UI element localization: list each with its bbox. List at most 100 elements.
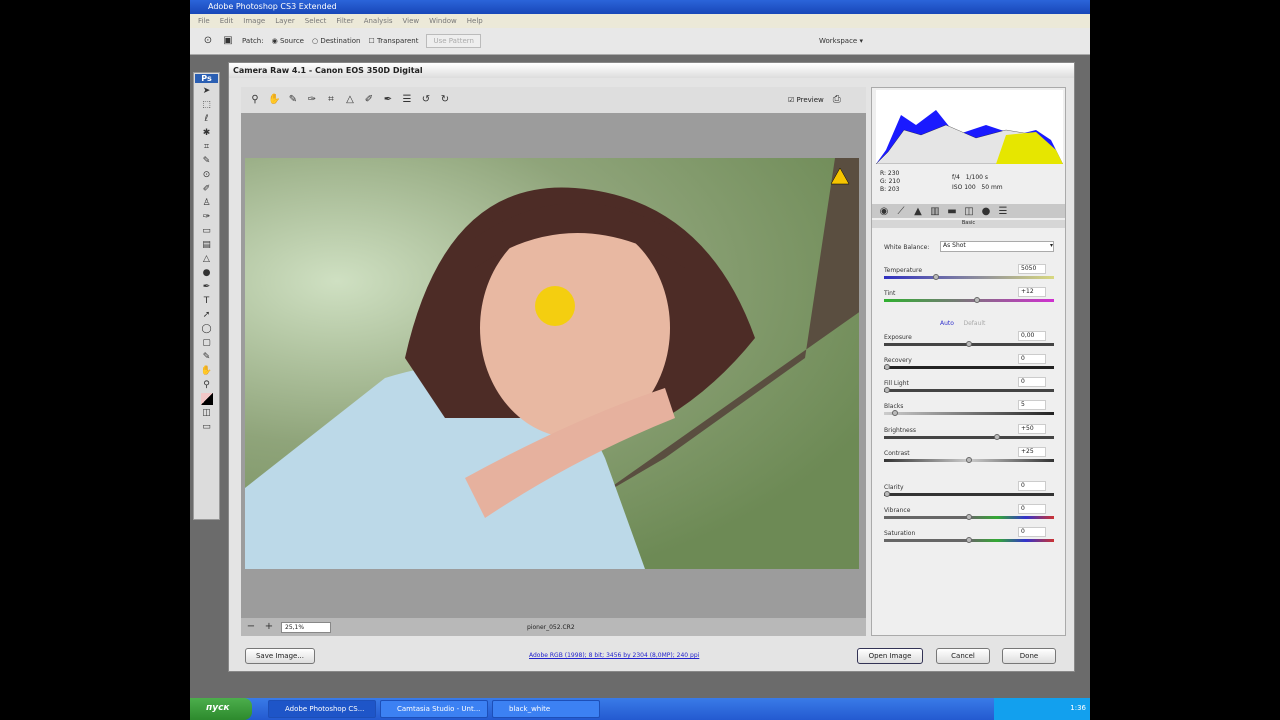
tab-hsl-icon[interactable]: ▥ xyxy=(929,206,941,218)
menu-select[interactable]: Select xyxy=(305,17,327,25)
cancel-button[interactable]: Cancel xyxy=(936,648,990,664)
slider-track[interactable] xyxy=(884,299,1054,302)
rotate-left-icon[interactable]: ↺ xyxy=(420,94,432,106)
source-radio[interactable]: ◉ Source xyxy=(272,37,304,45)
zoom-level-select[interactable]: 25,1% xyxy=(281,621,331,633)
stamp-tool-icon[interactable]: ♙ xyxy=(201,197,213,209)
gradient-tool-icon[interactable]: ▤ xyxy=(201,239,213,251)
history-brush-icon[interactable]: ✑ xyxy=(201,211,213,223)
menu-edit[interactable]: Edit xyxy=(220,17,234,25)
slider-value-input[interactable]: 0 xyxy=(1018,481,1046,491)
tab-detail-icon[interactable]: ▲ xyxy=(912,206,924,218)
slider-thumb[interactable] xyxy=(974,297,981,303)
menu-layer[interactable]: Layer xyxy=(275,17,295,25)
marquee-tool-icon[interactable]: ⬚ xyxy=(201,99,213,111)
shape-tool-icon[interactable]: ◯ xyxy=(201,323,213,335)
slider-track[interactable] xyxy=(884,412,1054,415)
destination-radio[interactable]: ○ Destination xyxy=(312,37,361,45)
white-balance-select[interactable]: As Shot ▾ xyxy=(940,241,1054,252)
slider-track[interactable] xyxy=(884,276,1054,279)
slider-thumb[interactable] xyxy=(884,491,890,497)
tab-tone-curve-icon[interactable]: ⟋ xyxy=(895,206,907,218)
menu-help[interactable]: Help xyxy=(467,17,483,25)
fullscreen-icon[interactable]: ⎙ xyxy=(831,94,843,106)
tab-camera-calibration-icon[interactable]: ● xyxy=(980,206,992,218)
menu-image[interactable]: Image xyxy=(243,17,265,25)
slider-value-input[interactable]: 5050 xyxy=(1018,264,1046,274)
menu-analysis[interactable]: Analysis xyxy=(364,17,393,25)
quick-mask-icon[interactable]: ◫ xyxy=(201,407,213,419)
color-swatches[interactable] xyxy=(200,393,213,405)
straighten-icon[interactable]: △ xyxy=(344,94,356,106)
slider-track[interactable] xyxy=(884,436,1054,439)
workflow-options-link[interactable]: Adobe RGB (1998); 8 bit; 3456 by 2304 (8… xyxy=(529,652,699,659)
magic-wand-icon[interactable]: ✱ xyxy=(201,127,213,139)
red-eye-icon[interactable]: ✒ xyxy=(382,94,394,106)
zoom-tool-icon[interactable]: ⚲ xyxy=(201,379,213,391)
tab-lens-icon[interactable]: ◫ xyxy=(963,206,975,218)
transparent-checkbox[interactable]: ☐ Transparent xyxy=(369,37,419,45)
tab-basic-icon[interactable]: ◉ xyxy=(878,206,890,218)
default-link[interactable]: Default xyxy=(963,320,985,327)
type-tool-icon[interactable]: T xyxy=(201,295,213,307)
zoom-out-icon[interactable]: − xyxy=(245,621,257,633)
eyedropper-icon[interactable]: ✎ xyxy=(201,155,213,167)
workspace-button[interactable]: Workspace ▾ xyxy=(819,37,863,45)
white-balance-icon[interactable]: ✎ xyxy=(287,94,299,106)
healing-tool-icon[interactable]: ⊙ xyxy=(201,169,213,181)
slider-thumb[interactable] xyxy=(884,364,890,370)
slider-thumb[interactable] xyxy=(966,514,972,520)
brush-tool-icon[interactable]: ✐ xyxy=(201,183,213,195)
zoom-icon[interactable]: ⚲ xyxy=(249,94,261,106)
slider-thumb[interactable] xyxy=(966,537,972,543)
open-image-button[interactable]: Open Image xyxy=(857,648,923,664)
slider-thumb[interactable] xyxy=(993,434,1000,440)
path-select-icon[interactable]: ➚ xyxy=(201,309,213,321)
patch-tool-icon[interactable]: ⊙ xyxy=(202,35,214,47)
pen-tool-icon[interactable]: ✒ xyxy=(201,281,213,293)
screen-mode-icon[interactable]: ▭ xyxy=(201,421,213,433)
lasso-tool-icon[interactable]: ℓ xyxy=(201,113,213,125)
preferences-icon[interactable]: ☰ xyxy=(401,94,413,106)
auto-link[interactable]: Auto xyxy=(940,320,954,327)
slider-thumb[interactable] xyxy=(892,410,899,416)
menu-window[interactable]: Window xyxy=(429,17,457,25)
menu-filter[interactable]: Filter xyxy=(336,17,353,25)
slider-value-input[interactable]: 0 xyxy=(1018,354,1046,364)
slider-value-input[interactable]: 0 xyxy=(1018,504,1046,514)
slider-value-input[interactable]: +50 xyxy=(1018,424,1046,434)
task-black-white[interactable]: black_white xyxy=(492,700,600,718)
slider-thumb[interactable] xyxy=(966,457,972,463)
slider-value-input[interactable]: +25 xyxy=(1018,447,1046,457)
eyedropper2-icon[interactable]: ✎ xyxy=(201,351,213,363)
rotate-right-icon[interactable]: ↻ xyxy=(439,94,451,106)
slider-value-input[interactable]: 0 xyxy=(1018,527,1046,537)
slider-thumb[interactable] xyxy=(966,341,972,347)
use-pattern-button[interactable]: Use Pattern xyxy=(426,34,481,48)
slider-track[interactable] xyxy=(884,493,1054,496)
blur-tool-icon[interactable]: △ xyxy=(201,253,213,265)
slider-thumb[interactable] xyxy=(884,387,890,393)
hand-tool-icon[interactable]: ✋ xyxy=(201,365,213,377)
task-photoshop[interactable]: Adobe Photoshop CS... xyxy=(268,700,376,718)
move-tool-icon[interactable]: ➤ xyxy=(201,85,213,97)
retouch-icon[interactable]: ✐ xyxy=(363,94,375,106)
selection-mode-icon[interactable]: ▣ xyxy=(222,35,234,47)
start-button[interactable]: пуск xyxy=(190,698,252,720)
tab-presets-icon[interactable]: ☰ xyxy=(997,206,1009,218)
slider-track[interactable] xyxy=(884,389,1054,392)
done-button[interactable]: Done xyxy=(1002,648,1056,664)
task-camtasia[interactable]: Camtasia Studio - Unt... xyxy=(380,700,488,718)
notes-tool-icon[interactable]: ▢ xyxy=(201,337,213,349)
slider-value-input[interactable]: +12 xyxy=(1018,287,1046,297)
menu-view[interactable]: View xyxy=(403,17,420,25)
tab-split-toning-icon[interactable]: ▬ xyxy=(946,206,958,218)
slider-value-input[interactable]: 5 xyxy=(1018,400,1046,410)
zoom-in-icon[interactable]: + xyxy=(263,621,275,633)
slider-value-input[interactable]: 0 xyxy=(1018,377,1046,387)
dodge-tool-icon[interactable]: ● xyxy=(201,267,213,279)
slider-thumb[interactable] xyxy=(933,274,940,280)
crop-icon[interactable]: ⌗ xyxy=(325,94,337,106)
slider-value-input[interactable]: 0,00 xyxy=(1018,331,1046,341)
color-sampler-icon[interactable]: ✑ xyxy=(306,94,318,106)
